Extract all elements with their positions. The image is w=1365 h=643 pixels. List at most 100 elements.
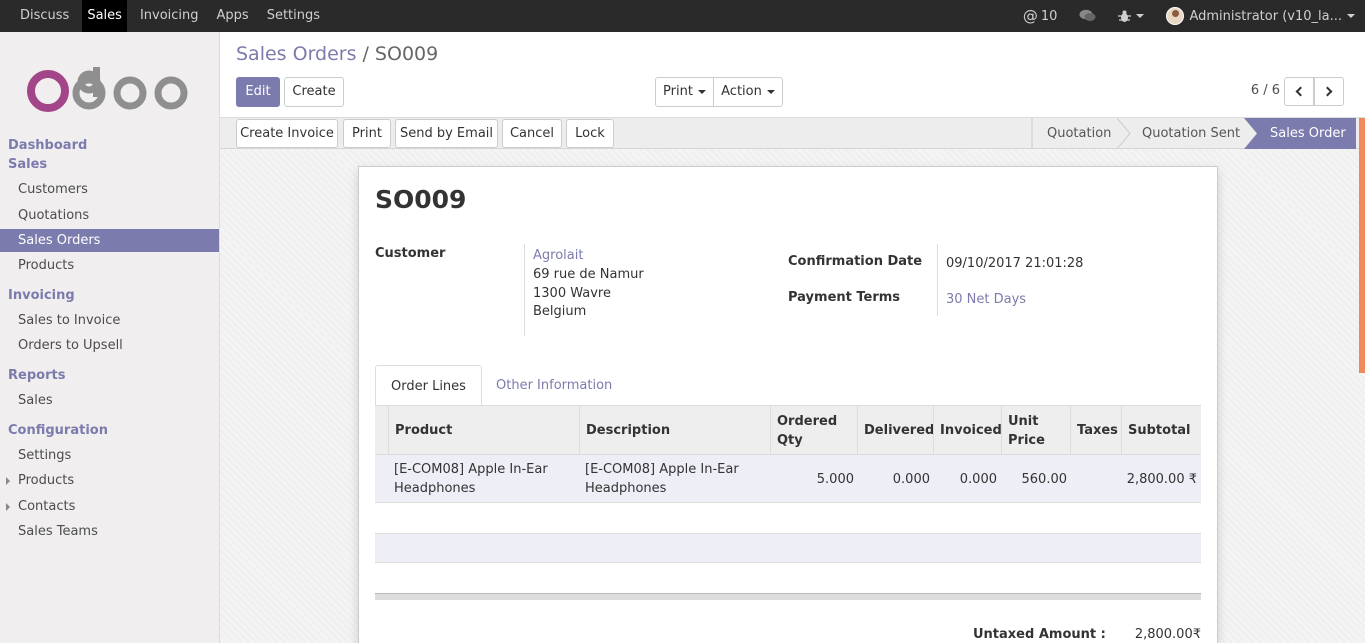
- sidebar-item-reports-sales[interactable]: Sales: [0, 389, 219, 412]
- top-navbar: Discuss Sales Invoicing Apps Settings @ …: [0, 0, 1365, 32]
- menu-discuss[interactable]: Discuss: [15, 0, 74, 32]
- col-ordered-qty[interactable]: Ordered Qty: [770, 406, 858, 455]
- table-footer: [375, 593, 1201, 600]
- odoo-logo: [27, 67, 188, 112]
- cell-product: [E-COM08] Apple In-Ear Headphones: [394, 462, 548, 496]
- cell-invoiced: 0.000: [959, 471, 997, 487]
- col-delivered[interactable]: Delivered: [857, 406, 934, 455]
- sidebar-item-quotations[interactable]: Quotations: [0, 204, 219, 227]
- stage-sales-order: Sales Order: [1270, 126, 1346, 141]
- col-unit-price[interactable]: Unit Price: [1001, 406, 1071, 455]
- sidebar-item-orders-to-upsell[interactable]: Orders to Upsell: [0, 334, 219, 357]
- payment-terms-label: Payment Terms: [788, 290, 901, 305]
- tab-order-lines[interactable]: Order Lines: [375, 365, 482, 407]
- sidebar: Dashboard Sales Customers Quotations Sal…: [0, 32, 220, 643]
- chat-icon: [1079, 9, 1096, 21]
- stage-quotation[interactable]: Quotation: [1047, 118, 1111, 149]
- sidebar-item-label: Contacts: [18, 499, 76, 514]
- scrollbar[interactable]: [1359, 118, 1365, 373]
- sidebar-item-sales-orders[interactable]: Sales Orders: [0, 229, 219, 252]
- print-button[interactable]: Print: [343, 119, 391, 148]
- user-name: Administrator (v10_la...: [1189, 8, 1342, 24]
- col-product[interactable]: Product: [388, 406, 580, 455]
- customer-address-city: 1300 Wavre: [533, 286, 611, 301]
- col-subtotal[interactable]: Subtotal: [1121, 406, 1201, 455]
- customer-label: Customer: [375, 246, 446, 261]
- cell-unit-price: 560.00: [1021, 471, 1068, 487]
- untaxed-amount-value: 2,800.00₹: [1134, 627, 1201, 642]
- notebook-tabs: Order Lines Other Information: [375, 365, 1201, 407]
- stage-quotation-sent[interactable]: Quotation Sent: [1142, 118, 1240, 149]
- create-button[interactable]: Create: [284, 77, 344, 107]
- edit-button[interactable]: Edit: [236, 77, 280, 107]
- cell-ordered-qty: 5.000: [816, 471, 854, 487]
- cell-description: [E-COM08] Apple In-Ear Headphones: [585, 462, 739, 496]
- sidebar-dashboard[interactable]: Dashboard: [8, 138, 87, 153]
- expand-arrow-icon: [6, 503, 10, 511]
- status-bar: Create Invoice Print Send by Email Cance…: [220, 118, 1365, 149]
- cell-subtotal: 2,800.00 ₹: [1126, 471, 1197, 487]
- sidebar-item-sales-to-invoice[interactable]: Sales to Invoice: [0, 309, 219, 332]
- chevron-left-icon: [1295, 86, 1306, 97]
- menu-apps[interactable]: Apps: [212, 0, 254, 32]
- order-name: SO009: [375, 185, 467, 214]
- print-dropdown[interactable]: Print: [655, 77, 714, 107]
- confirmation-date-label: Confirmation Date: [788, 254, 923, 269]
- mentions-button[interactable]: @ 10: [1023, 7, 1058, 25]
- empty-table-row: [375, 533, 1201, 563]
- tab-other-information[interactable]: Other Information: [481, 365, 627, 407]
- col-invoiced[interactable]: Invoiced: [933, 406, 1002, 455]
- action-dropdown[interactable]: Action: [713, 77, 783, 107]
- debug-button[interactable]: [1118, 10, 1145, 23]
- breadcrumb-separator: /: [362, 43, 369, 65]
- customer-address-country: Belgium: [533, 304, 587, 319]
- sidebar-item-sales-teams[interactable]: Sales Teams: [0, 520, 219, 543]
- sidebar-section-reports[interactable]: Reports: [8, 368, 65, 383]
- avatar: [1166, 7, 1185, 25]
- systray: @ 10 Administrator (v10_la...: [1001, 0, 1365, 32]
- sidebar-item-config-products[interactable]: Products: [0, 469, 219, 492]
- chat-button[interactable]: [1079, 9, 1096, 23]
- user-menu[interactable]: Administrator (v10_la...: [1166, 7, 1355, 25]
- table-row[interactable]: [E-COM08] Apple In-Ear Headphones [E-COM…: [375, 455, 1201, 503]
- chevron-down-icon: [697, 89, 706, 94]
- breadcrumb-parent[interactable]: Sales Orders: [236, 43, 357, 65]
- menu-invoicing[interactable]: Invoicing: [135, 0, 204, 32]
- col-taxes[interactable]: Taxes: [1070, 406, 1122, 455]
- chevron-down-icon: [1136, 14, 1145, 18]
- sidebar-section-sales[interactable]: Sales: [8, 157, 47, 172]
- lock-button[interactable]: Lock: [566, 119, 614, 148]
- print-label: Print: [663, 84, 693, 99]
- sidebar-section-configuration[interactable]: Configuration: [8, 423, 108, 438]
- cell-delivered: 0.000: [892, 471, 930, 487]
- pager-value[interactable]: 6 / 6: [1251, 83, 1280, 98]
- sidebar-item-settings[interactable]: Settings: [0, 444, 219, 467]
- customer-link[interactable]: Agrolait: [533, 248, 583, 263]
- app-menu: Discuss Sales Invoicing Apps Settings: [15, 0, 333, 32]
- sidebar-item-customers[interactable]: Customers: [0, 178, 219, 201]
- pager-previous-button[interactable]: [1284, 77, 1314, 106]
- breadcrumb: Sales Orders / SO009: [236, 43, 438, 65]
- menu-settings[interactable]: Settings: [262, 0, 325, 32]
- confirmation-date-value: 09/10/2017 21:01:28: [946, 256, 1084, 271]
- mentions-count: 10: [1040, 8, 1058, 24]
- chevron-right-icon: [1322, 86, 1333, 97]
- sidebar-item-products[interactable]: Products: [0, 254, 219, 277]
- col-description[interactable]: Description: [579, 406, 771, 455]
- action-label: Action: [721, 84, 762, 99]
- payment-terms-link[interactable]: 30 Net Days: [946, 292, 1026, 307]
- cancel-button[interactable]: Cancel: [502, 119, 562, 148]
- pager-next-button[interactable]: [1314, 77, 1344, 106]
- sidebar-section-invoicing[interactable]: Invoicing: [8, 288, 75, 303]
- menu-sales[interactable]: Sales: [82, 0, 127, 32]
- bug-icon: [1118, 10, 1132, 22]
- sidebar-item-contacts[interactable]: Contacts: [0, 495, 219, 518]
- chevron-down-icon: [766, 89, 775, 94]
- breadcrumb-current: SO009: [374, 43, 439, 65]
- sidebar-item-label: Products: [18, 473, 75, 488]
- table-header: Product Description Ordered Qty Delivere…: [375, 405, 1201, 455]
- create-invoice-button[interactable]: Create Invoice: [236, 119, 338, 148]
- field-divider: [937, 244, 938, 316]
- order-lines-table: Product Description Ordered Qty Delivere…: [375, 405, 1201, 503]
- send-by-email-button[interactable]: Send by Email: [395, 119, 498, 148]
